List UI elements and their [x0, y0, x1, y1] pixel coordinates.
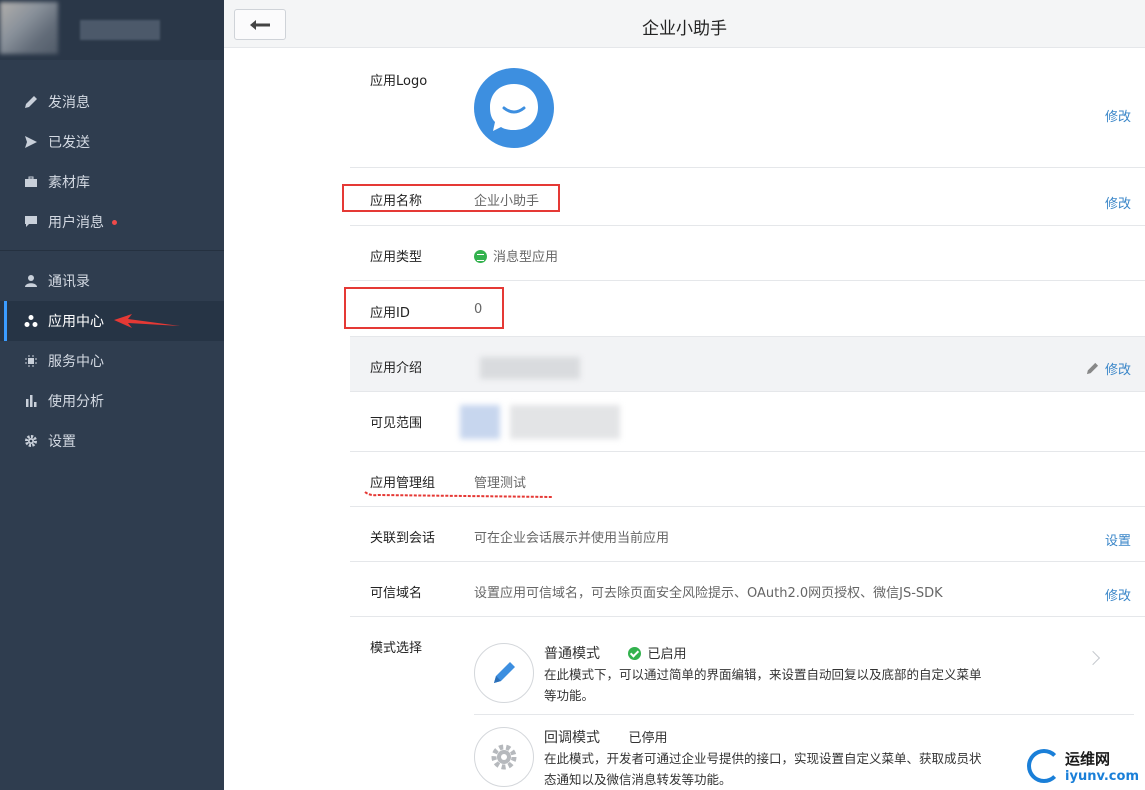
sidebar-item-label: 发消息 [48, 95, 90, 111]
gear-icon [22, 432, 40, 450]
mode-callback-desc: 在此模式，开发者可通过企业号提供的接口，实现设置自定义菜单、获取成员状态通知以及… [544, 751, 982, 787]
sidebar-item-settings[interactable]: 设置 [0, 421, 224, 461]
sidebar-item-label: 设置 [48, 434, 76, 450]
row-label: 应用介绍 [370, 361, 423, 376]
header-bar: 企业小助手 [224, 0, 1145, 48]
watermark-text: 运维网 iyunv.com [1065, 748, 1139, 784]
sidebar-item-analytics[interactable]: 使用分析 [0, 381, 224, 421]
mode-status-text: 已停用 [628, 731, 668, 746]
row-label: 可见范围 [370, 416, 423, 431]
apps-icon [22, 312, 40, 330]
row-label: 应用Logo [370, 74, 428, 89]
sidebar-header [0, 0, 224, 60]
edit-intro-link[interactable]: 修改 [1086, 359, 1131, 378]
trusted-domain-desc: 设置应用可信域名，可去除页面安全风险提示、OAuth2.0网页授权、微信JS-S… [474, 586, 943, 601]
row-trusted-domain: 可信域名 设置应用可信域名，可去除页面安全风险提示、OAuth2.0网页授权、微… [350, 562, 1145, 617]
row-app-logo: 应用Logo 修改 [350, 48, 1145, 168]
sidebar-item-label: 用户消息 [48, 215, 104, 231]
row-label: 应用类型 [370, 250, 423, 265]
red-annotation-arrow-icon [114, 314, 180, 328]
page-title: 企业小助手 [642, 19, 727, 39]
row-mode-select: 模式选择 普通模式 已启用 在此模式下，可以通过简单的界面编辑，来设置自动回复以… [350, 617, 1145, 790]
bar-chart-icon [22, 392, 40, 410]
sidebar-group-messaging: 发消息 已发送 素材库 用户消息 [0, 60, 224, 251]
app-detail-list: 应用Logo 修改 应用名称 企业小助手 修改 应用类型 消息型应用 应用ID … [342, 48, 1145, 790]
row-label: 可信域名 [370, 586, 423, 601]
row-app-id: 应用ID 0 [344, 281, 1145, 337]
red-underline-annotation [364, 491, 553, 498]
highlight-box [344, 287, 504, 329]
sidebar-item-send-message[interactable]: 发消息 [0, 82, 224, 122]
mode-status-text: 已启用 [647, 647, 687, 662]
blurred-scope-avatar [460, 405, 500, 439]
sidebar-item-materials[interactable]: 素材库 [0, 162, 224, 202]
pencil-icon [22, 93, 40, 111]
row-visible-scope: 可见范围 [350, 392, 1145, 452]
mode-title-text: 回调模式 [544, 730, 600, 746]
mode-normal-desc: 在此模式下，可以通过简单的界面编辑，来设置自动回复以及底部的自定义菜单等功能。 [544, 667, 982, 703]
blurred-avatar [0, 2, 58, 54]
sidebar-item-label: 应用中心 [48, 314, 104, 330]
sidebar-group-management: 通讯录 应用中心 服务中心 使用分析 设置 [0, 251, 224, 469]
sidebar: 发消息 已发送 素材库 用户消息 通讯录 应用中心 服务中心 使用分析 设置 [0, 0, 224, 790]
gear-icon [491, 744, 517, 770]
briefcase-icon [22, 173, 40, 191]
sidebar-item-contacts[interactable]: 通讯录 [0, 261, 224, 301]
mode-normal[interactable]: 普通模式 已启用 在此模式下，可以通过简单的界面编辑，来设置自动回复以及底部的自… [474, 627, 1134, 715]
row-app-type: 应用类型 消息型应用 [350, 226, 1145, 281]
sidebar-item-service-center[interactable]: 服务中心 [0, 341, 224, 381]
watermark-cn: 运维网 [1065, 750, 1111, 768]
person-icon [22, 272, 40, 290]
sidebar-item-sent[interactable]: 已发送 [0, 122, 224, 162]
watermark-en: iyunv.com [1065, 769, 1139, 784]
edit-intro-label: 修改 [1104, 363, 1131, 378]
pencil-icon [1086, 362, 1099, 375]
blurred-scope-names [510, 405, 620, 439]
message-app-icon [474, 250, 487, 263]
app-type-value: 消息型应用 [474, 246, 558, 265]
edit-name-link[interactable]: 修改 [1105, 193, 1131, 212]
sidebar-item-label: 服务中心 [48, 354, 104, 370]
watermark-logo-icon [1027, 749, 1062, 783]
unread-dot [112, 219, 117, 225]
highlight-box [342, 184, 560, 212]
chevron-right-icon [1085, 650, 1101, 666]
sidebar-item-label: 使用分析 [48, 394, 104, 410]
send-icon [22, 133, 40, 151]
mode-callback-icon-wrap [474, 727, 534, 787]
session-desc: 可在企业会话展示并使用当前应用 [474, 531, 670, 546]
edit-domain-link[interactable]: 修改 [1105, 585, 1131, 604]
row-app-name: 应用名称 企业小助手 修改 [342, 168, 1145, 226]
chat-icon [22, 213, 40, 231]
chip-icon [22, 352, 40, 370]
blurred-intro-text [480, 357, 580, 379]
row-app-intro[interactable]: 应用介绍 修改 [350, 337, 1145, 392]
watermark: 运维网 iyunv.com [1027, 748, 1139, 784]
row-label: 关联到会话 [370, 531, 436, 546]
main-panel: 企业小助手 应用Logo 修改 应用名称 企业小助手 修改 应用类型 消息型应用 [224, 0, 1145, 790]
mode-status: 已启用 [628, 647, 686, 662]
mode-normal-title: 普通模式 已启用 [544, 643, 686, 663]
app-type-text: 消息型应用 [493, 250, 559, 265]
sidebar-item-user-messages[interactable]: 用户消息 [0, 202, 224, 242]
session-settings-link[interactable]: 设置 [1105, 530, 1131, 549]
mode-callback-title: 回调模式 已停用 [544, 727, 667, 747]
sidebar-item-label: 通讯录 [48, 274, 90, 290]
edit-logo-link[interactable]: 修改 [1105, 106, 1131, 125]
check-icon [628, 647, 642, 660]
row-admin-group: 应用管理组 管理测试 [350, 452, 1145, 507]
pencil-icon [494, 662, 515, 683]
mode-normal-icon-wrap [474, 643, 534, 703]
blurred-company-name [80, 20, 160, 40]
app-logo [474, 68, 554, 148]
row-link-session: 关联到会话 可在企业会话展示并使用当前应用 设置 [350, 507, 1145, 562]
row-label: 模式选择 [370, 641, 423, 656]
sidebar-item-label: 素材库 [48, 175, 90, 191]
sidebar-item-label: 已发送 [48, 135, 90, 151]
mode-title-text: 普通模式 [544, 646, 600, 662]
